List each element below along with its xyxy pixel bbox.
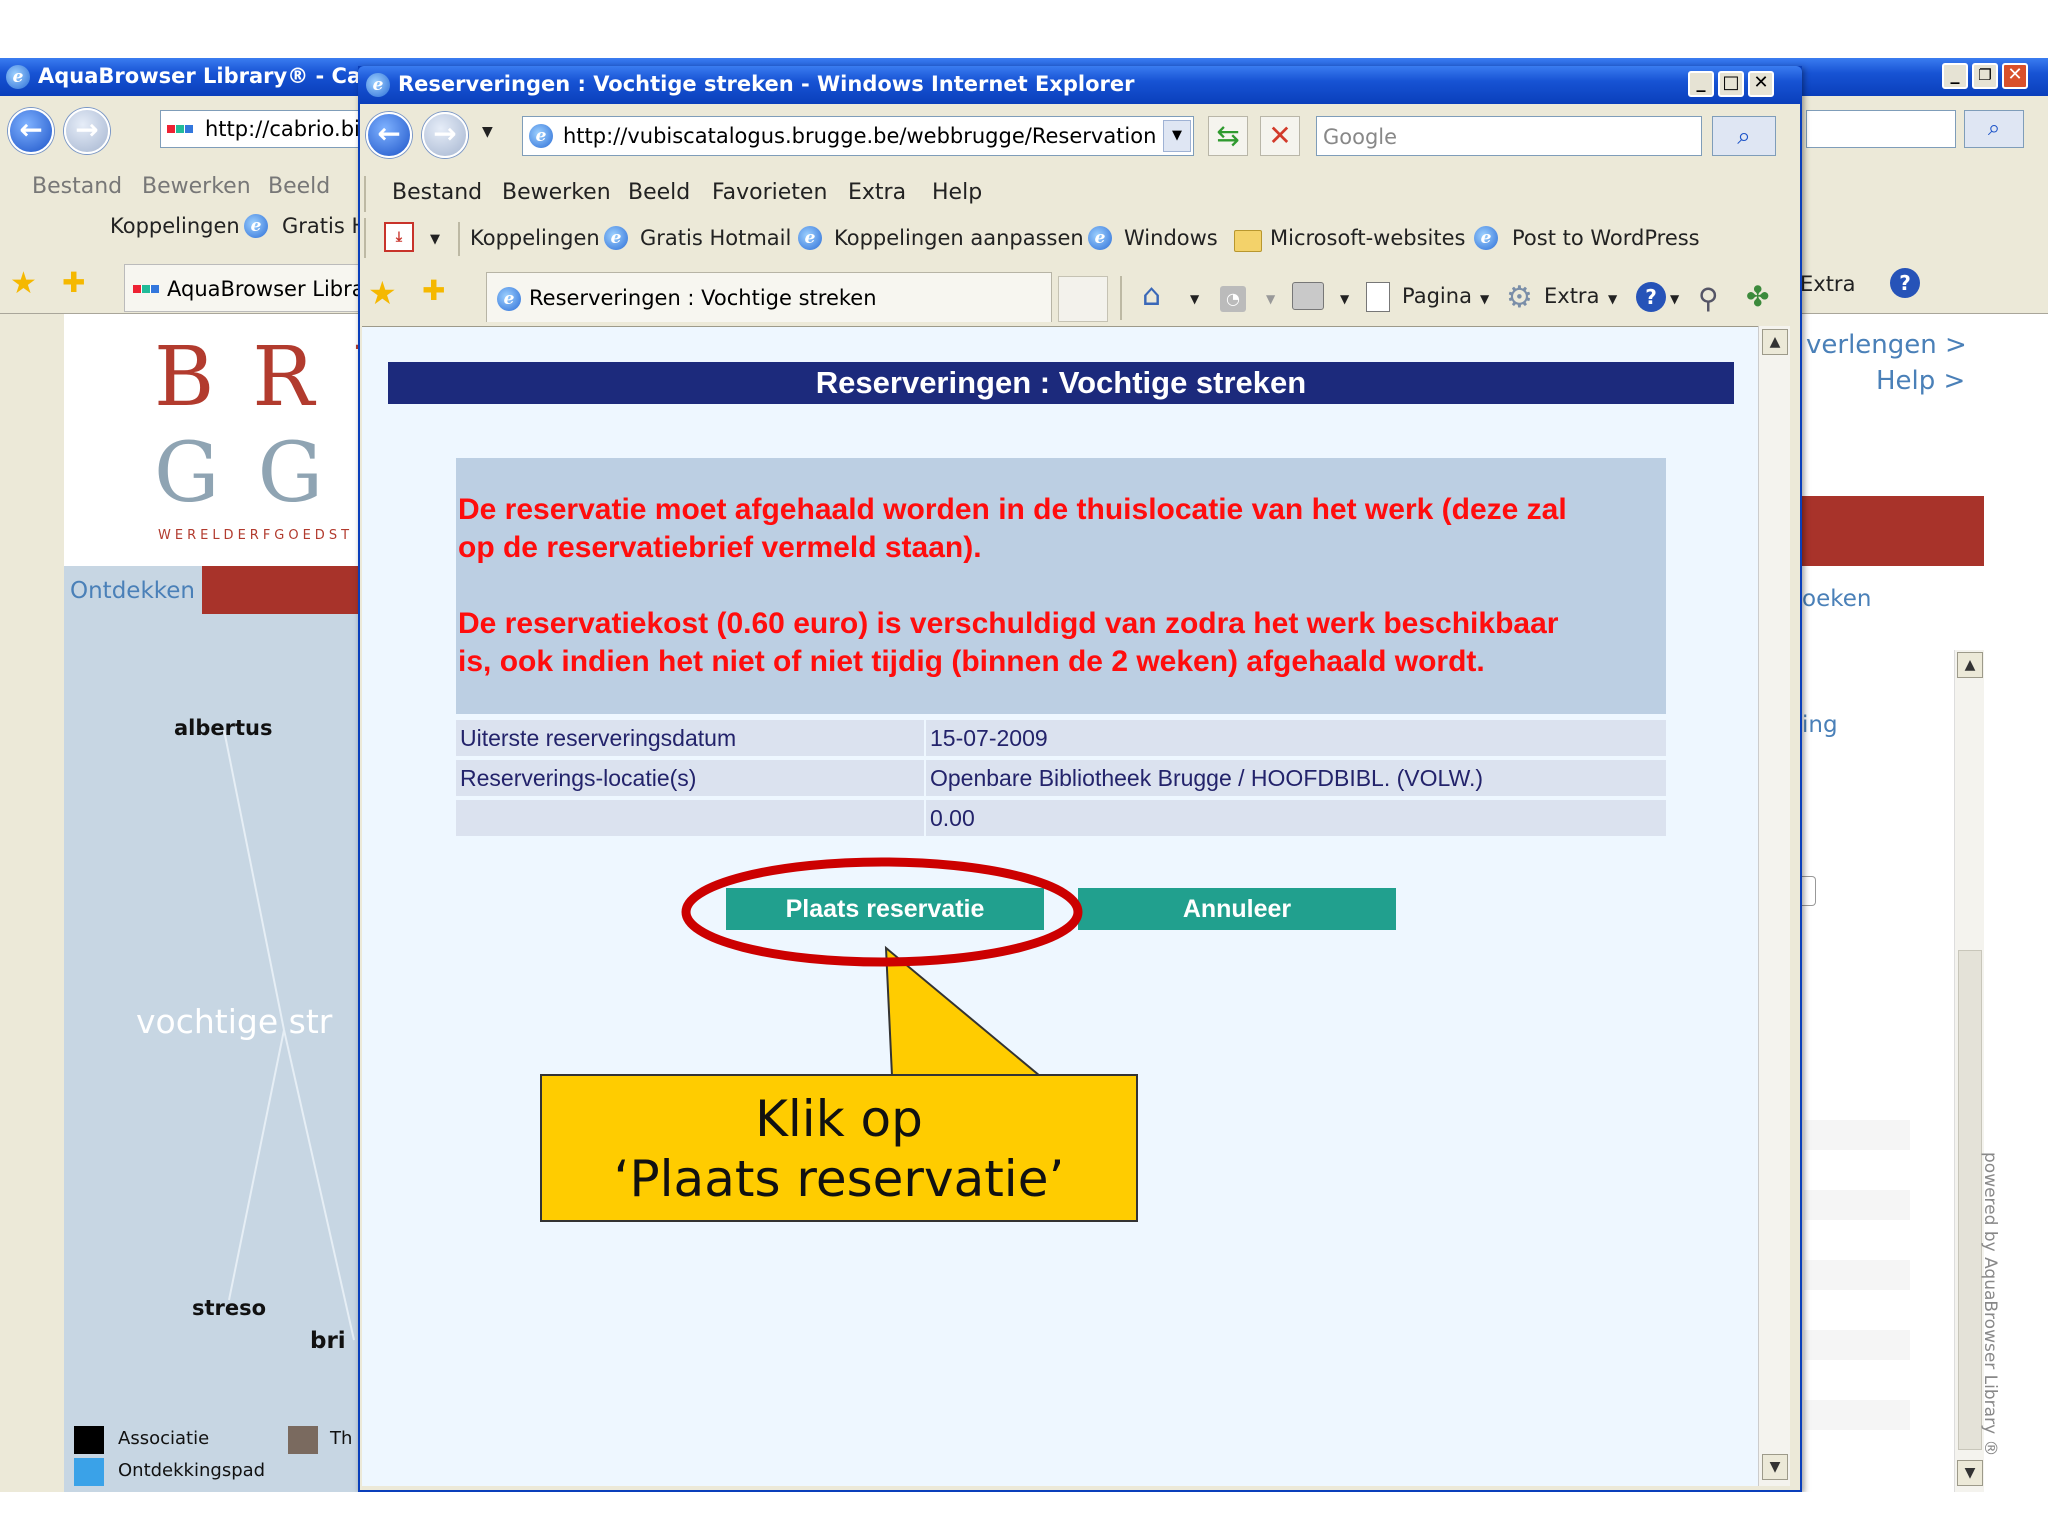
- callout-line1: Klik op: [755, 1090, 923, 1148]
- callout-line2: ‘Plaats reservatie’: [613, 1150, 1065, 1208]
- callout-box: Klik op ‘Plaats reservatie’: [540, 1074, 1138, 1222]
- annotation-overlay: [681, 857, 1083, 1077]
- slide-bottom-margin: [0, 1492, 2048, 1536]
- callout-pointer: [884, 945, 1043, 1077]
- highlight-ellipse: [681, 857, 1083, 967]
